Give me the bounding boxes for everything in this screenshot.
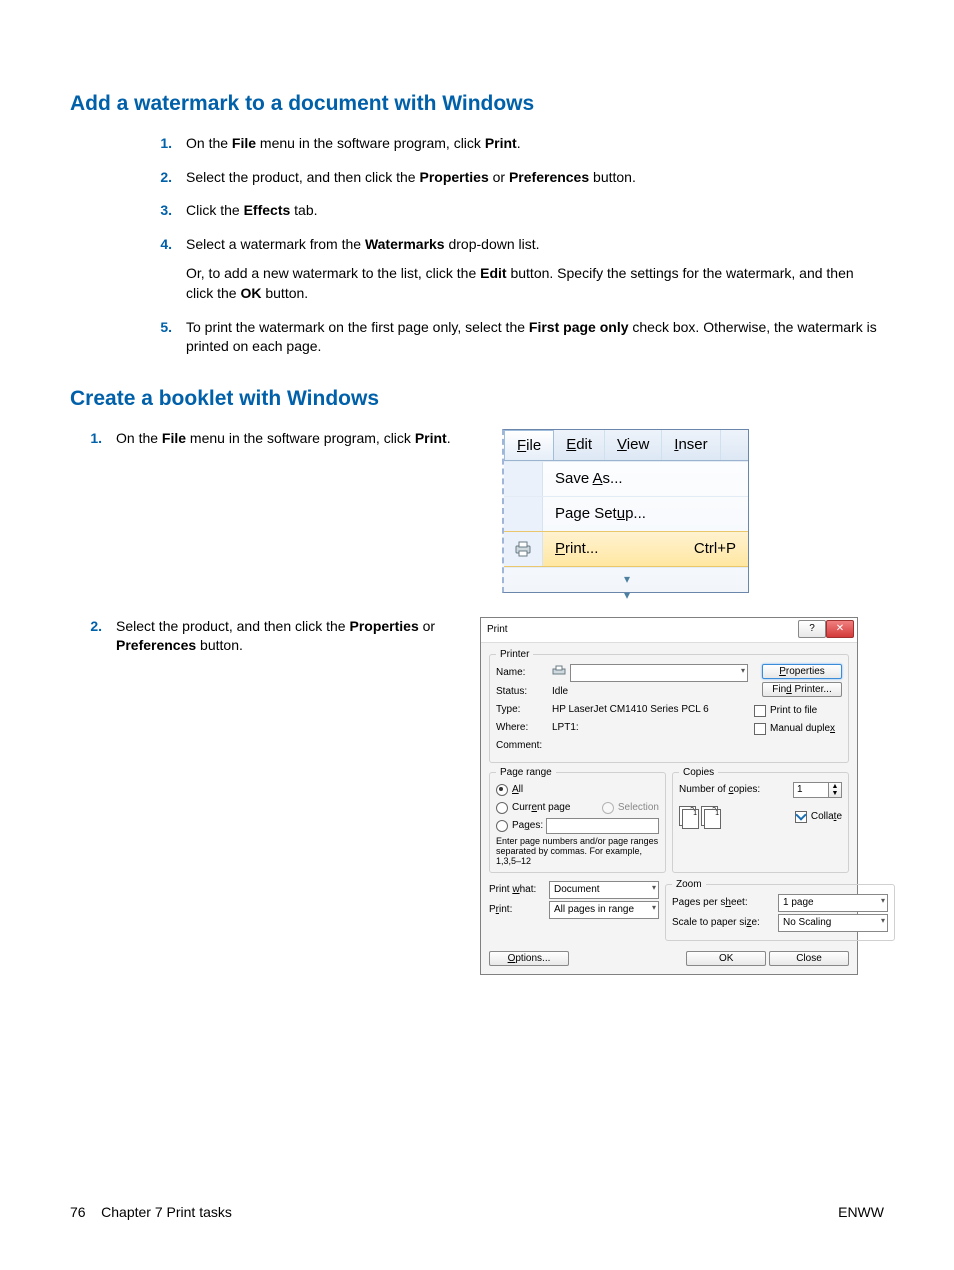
step-body: Select a watermark from the Watermarks d…: [186, 235, 884, 304]
group-print-what: Print what:Document Print:All pages in r…: [489, 879, 659, 941]
step-number: 2.: [140, 168, 186, 188]
print-what-select[interactable]: Document: [549, 881, 659, 899]
step-body: Click the Effects tab.: [186, 201, 884, 221]
step-number: 1.: [140, 134, 186, 154]
collate-checkbox[interactable]: [795, 811, 807, 823]
print-range-select[interactable]: All pages in range: [549, 901, 659, 919]
step-body: Select the product, and then click the P…: [186, 168, 884, 188]
printer-name-select[interactable]: [570, 664, 748, 682]
page-footer: 76 Chapter 7 Print tasks ENWW: [70, 1204, 884, 1220]
step-body: On the File menu in the software program…: [186, 134, 884, 154]
figure-file-menu: File Edit View Inser Save As... Page Set…: [502, 429, 749, 593]
step-number: 5.: [140, 318, 186, 338]
menu-file[interactable]: File: [504, 430, 554, 460]
printer-icon: [504, 532, 543, 566]
menuitem-page-setup[interactable]: Page Setup...: [504, 496, 748, 531]
menu-insert[interactable]: Inser: [662, 430, 720, 460]
find-printer-button[interactable]: Find Printer...: [762, 682, 842, 697]
group-copies: Copies Number of copies: 1 ▲▼ 21 21: [672, 767, 849, 873]
step-body: Select the product, and then click the P…: [116, 617, 480, 656]
print-to-file-checkbox[interactable]: [754, 705, 766, 717]
menu-view[interactable]: View: [605, 430, 662, 460]
step-number: 3.: [140, 201, 186, 221]
options-button[interactable]: Options...: [489, 951, 569, 966]
pages-per-sheet-select[interactable]: 1 page: [778, 894, 888, 912]
dialog-title: Print: [487, 622, 798, 635]
figure-print-dialog: Print ? ✕ Printer Name:: [480, 617, 858, 975]
menuitem-save-as[interactable]: Save As...: [504, 461, 748, 496]
close-icon[interactable]: ✕: [826, 620, 854, 638]
pages-hint: Enter page numbers and/or page ranges se…: [496, 836, 659, 866]
menu-expand[interactable]: ▾▾: [504, 567, 748, 592]
range-current-radio[interactable]: [496, 802, 508, 814]
shortcut-label: Ctrl+P: [694, 540, 748, 557]
range-pages-radio[interactable]: [496, 820, 508, 832]
blank-icon: [504, 462, 543, 496]
step-body: To print the watermark on the first page…: [186, 318, 884, 357]
step-number: 2.: [70, 617, 116, 637]
step-number: 1.: [70, 429, 116, 449]
copies-spinner[interactable]: 1 ▲▼: [793, 782, 842, 798]
group-printer: Printer Name: Status:Idle: [489, 649, 849, 763]
range-selection-radio[interactable]: [602, 802, 614, 814]
collate-icon: 21: [679, 806, 699, 828]
step-body: On the File menu in the software program…: [116, 429, 480, 449]
help-button[interactable]: ?: [798, 620, 826, 638]
group-page-range: Page range All Current page Selection Pa…: [489, 767, 666, 873]
heading-booklet: Create a booklet with Windows: [70, 387, 884, 411]
range-all-radio[interactable]: [496, 784, 508, 796]
chevron-down-icon: ▾▾: [624, 572, 628, 602]
heading-watermark: Add a watermark to a document with Windo…: [70, 92, 884, 116]
collate-icon: 21: [701, 806, 721, 828]
pages-input[interactable]: [546, 818, 659, 834]
step-number: 4.: [140, 235, 186, 255]
group-zoom: Zoom Pages per sheet:1 page Scale to pap…: [665, 879, 895, 941]
manual-duplex-checkbox[interactable]: [754, 723, 766, 735]
properties-button[interactable]: Properties: [762, 664, 842, 679]
close-button[interactable]: Close: [769, 951, 849, 966]
scale-to-paper-select[interactable]: No Scaling: [778, 914, 888, 932]
menu-edit[interactable]: Edit: [554, 430, 605, 460]
watermark-steps: 1. On the File menu in the software prog…: [140, 134, 884, 357]
ok-button[interactable]: OK: [686, 951, 766, 966]
menuitem-print[interactable]: Print... Ctrl+P: [504, 531, 748, 567]
blank-icon: [504, 497, 543, 531]
printer-icon: [552, 665, 566, 680]
